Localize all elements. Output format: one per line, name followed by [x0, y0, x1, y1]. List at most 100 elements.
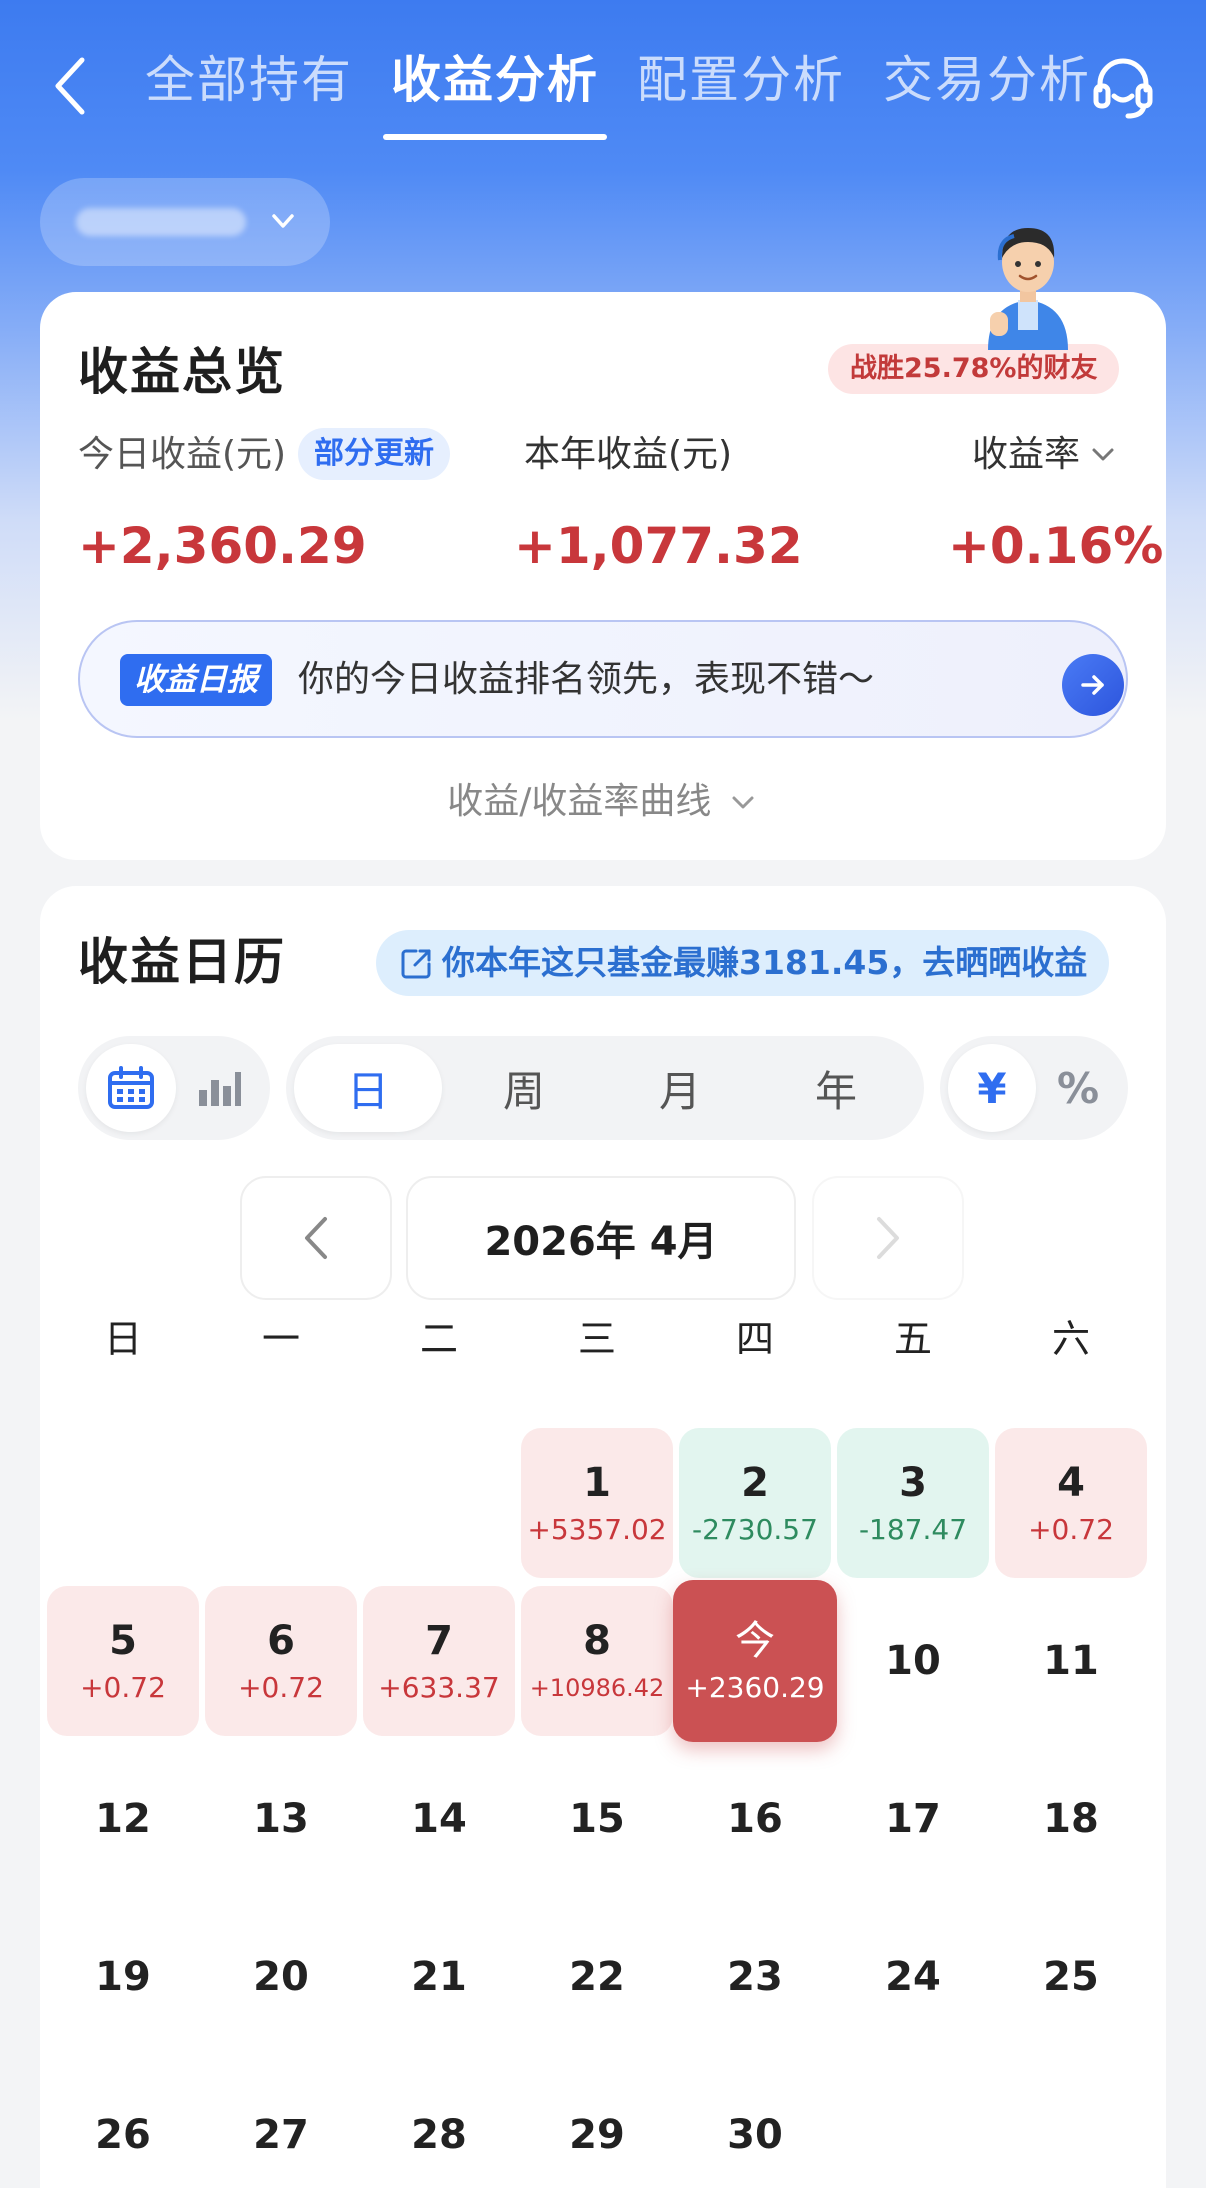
period-year[interactable]: 年: [762, 1044, 910, 1132]
day-earnings: +633.37: [378, 1671, 500, 1704]
day-earnings: +2360.29: [685, 1671, 825, 1704]
calendar-day[interactable]: 3 -187.47: [837, 1428, 989, 1578]
chevron-down-icon: [1092, 448, 1114, 461]
calendar-day[interactable]: 4 +0.72: [995, 1428, 1147, 1578]
curve-toggle[interactable]: 收益/收益率曲线: [40, 772, 1166, 824]
day-number: 30: [727, 2112, 783, 2158]
year-earnings-label: 本年收益(元): [524, 434, 733, 475]
account-selector[interactable]: [40, 178, 330, 266]
day-number: 8: [583, 1618, 611, 1664]
day-earnings: +10986.42: [529, 1674, 665, 1702]
day-number: 25: [1043, 1954, 1099, 2000]
calendar-day[interactable]: 23: [679, 1902, 831, 2052]
day-number: 13: [253, 1796, 309, 1842]
tab-trading-analysis[interactable]: 交易分析: [883, 42, 1091, 118]
day-number: 24: [885, 1954, 941, 2000]
year-earnings-value: +1,077.32: [514, 517, 803, 575]
day-number: 20: [253, 1954, 309, 2000]
daily-report-text: 你的今日收益排名领先，表现不错～: [298, 659, 875, 700]
calendar-day[interactable]: 7 +633.37: [363, 1586, 515, 1736]
calendar-day[interactable]: 8 +10986.42: [521, 1586, 673, 1736]
day-number: 18: [1043, 1796, 1099, 1842]
day-number: 21: [411, 1954, 467, 2000]
current-month-label[interactable]: 2026年 4月: [406, 1176, 796, 1300]
calendar-day[interactable]: 26: [47, 2060, 199, 2188]
day-number: 28: [411, 2112, 467, 2158]
calendar-day[interactable]: 14: [363, 1744, 515, 1894]
calendar-day[interactable]: 18: [995, 1744, 1147, 1894]
calendar-day[interactable]: 17: [837, 1744, 989, 1894]
tab-earnings-analysis[interactable]: 收益分析: [383, 42, 607, 140]
calendar-day[interactable]: 1 +5357.02: [521, 1428, 673, 1578]
calendar-day[interactable]: 24: [837, 1902, 989, 2052]
headset-icon: [1093, 58, 1153, 119]
period-week[interactable]: 周: [450, 1044, 598, 1132]
calendar-day[interactable]: 27: [205, 2060, 357, 2188]
calendar-day[interactable]: 11: [995, 1586, 1147, 1736]
calendar-day[interactable]: 30: [679, 2060, 831, 2188]
calendar-day[interactable]: 20: [205, 1902, 357, 2052]
day-number: 12: [95, 1796, 151, 1842]
chevron-left-icon: [55, 57, 85, 115]
daily-report-banner[interactable]: 收益日报 你的今日收益排名领先，表现不错～: [78, 620, 1128, 738]
day-number: 26: [95, 2112, 151, 2158]
day-number: 2: [741, 1460, 769, 1506]
day-number: 5: [109, 1618, 137, 1664]
tab-holdings[interactable]: 全部持有: [145, 42, 353, 118]
calendar-day[interactable]: 5 +0.72: [47, 1586, 199, 1736]
calendar-view-button[interactable]: [86, 1044, 176, 1132]
day-earnings: -2730.57: [692, 1513, 818, 1546]
calendar-day-today[interactable]: 今 +2360.29: [673, 1580, 837, 1742]
account-name-redacted: [76, 208, 246, 236]
weekday-label: 六: [1051, 1317, 1090, 1361]
back-button[interactable]: [44, 50, 96, 122]
share-icon: [401, 949, 431, 979]
chevron-down-icon: [272, 214, 294, 228]
calendar-icon: [108, 1066, 154, 1109]
calendar-day[interactable]: 12: [47, 1744, 199, 1894]
period-day[interactable]: 日: [294, 1044, 442, 1132]
chart-view-button[interactable]: [176, 1044, 262, 1132]
overview-title: 收益总览: [78, 343, 286, 401]
calendar-day[interactable]: 29: [521, 2060, 673, 2188]
calendar-day[interactable]: 21: [363, 1902, 515, 2052]
period-month[interactable]: 月: [606, 1044, 754, 1132]
day-number: 4: [1057, 1460, 1085, 1506]
calendar-day[interactable]: 25: [995, 1902, 1147, 2052]
day-earnings: +5357.02: [527, 1513, 667, 1546]
next-month-button[interactable]: [812, 1176, 964, 1300]
day-number: 19: [95, 1954, 151, 2000]
daily-report-go-button[interactable]: [1062, 654, 1124, 716]
calendar-day[interactable]: 15: [521, 1744, 673, 1894]
calendar-day[interactable]: 13: [205, 1744, 357, 1894]
share-earnings-banner[interactable]: 你本年这只基金最赚3181.45，去晒晒收益: [376, 930, 1110, 996]
calendar-day[interactable]: 28: [363, 2060, 515, 2188]
prev-month-button[interactable]: [240, 1176, 392, 1300]
unit-percent[interactable]: %: [1036, 1044, 1120, 1132]
weekday-label: 一: [261, 1317, 300, 1361]
day-earnings: +0.72: [80, 1671, 166, 1704]
period-switch: 日 周 月 年: [286, 1036, 924, 1140]
calendar-day[interactable]: 22: [521, 1902, 673, 2052]
partial-update-tag[interactable]: 部分更新: [298, 428, 450, 480]
unit-amount[interactable]: ¥: [948, 1044, 1036, 1132]
return-rate-value: +0.16%: [948, 517, 1164, 575]
day-number: 22: [569, 1954, 625, 2000]
calendar-day[interactable]: 16: [679, 1744, 831, 1894]
customer-service-button[interactable]: [1088, 52, 1158, 122]
weekday-label: 五: [893, 1317, 932, 1361]
share-earnings-text: 你本年这只基金最赚3181.45，去晒晒收益: [442, 943, 1088, 982]
calendar-day[interactable]: 19: [47, 1902, 199, 2052]
day-number: 6: [267, 1618, 295, 1664]
chevron-down-icon: [732, 796, 754, 809]
day-number: 10: [885, 1638, 941, 1684]
calendar-day[interactable]: 10: [837, 1586, 989, 1736]
tab-allocation-analysis[interactable]: 配置分析: [637, 42, 845, 118]
day-number: 16: [727, 1796, 783, 1842]
calendar-day[interactable]: 6 +0.72: [205, 1586, 357, 1736]
calendar-day[interactable]: 2 -2730.57: [679, 1428, 831, 1578]
chevron-left-icon: [305, 1217, 327, 1259]
curve-toggle-label: 收益/收益率曲线: [447, 781, 712, 822]
daily-report-tag: 收益日报: [120, 654, 272, 706]
return-rate-selector[interactable]: 收益率: [972, 430, 1118, 480]
